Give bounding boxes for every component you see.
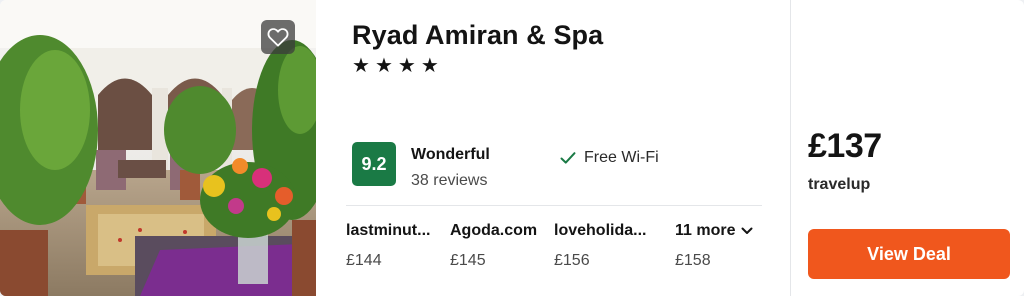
provider-price: £156 [554,252,590,269]
provider-item[interactable]: loveholida... £156 [554,222,650,270]
column-divider [790,0,791,296]
star-icon: ★ [374,55,393,77]
more-label: 11 more [675,222,736,239]
provider-name: lastminut... [346,222,431,239]
more-label-row: 11 more [675,222,765,240]
provider-item[interactable]: lastminut... £144 [346,222,442,270]
provider-price: £144 [346,252,382,269]
view-deal-button[interactable]: View Deal [808,229,1010,279]
favorite-button[interactable] [261,20,295,54]
hotel-result-card: Ryad Amiran & Spa ★ ★ ★ ★ 9.2 Wonderful … [0,0,1024,296]
star-icon: ★ [420,55,439,77]
rating-score-badge: 9.2 [352,142,396,186]
star-icon: ★ [352,55,370,77]
star-icon: ★ [397,55,416,77]
more-price: £158 [675,252,711,269]
provider-name: loveholida... [554,222,647,239]
deal-price: £137 [808,127,882,165]
check-icon [560,152,576,164]
deal-source: travelup [808,176,871,193]
hotel-name[interactable]: Ryad Amiran & Spa [352,20,603,51]
chevron-down-icon [741,227,753,234]
reviews-count[interactable]: 38 reviews [411,172,487,190]
more-providers-button[interactable]: 11 more £158 [675,222,765,270]
hotel-info: Ryad Amiran & Spa ★ ★ ★ ★ 9.2 Wonderful … [316,0,790,296]
provider-name: Agoda.com [450,222,538,239]
divider [346,205,762,206]
amenity-wifi: Free Wi-Fi [560,149,659,167]
provider-price: £145 [450,252,486,269]
heart-icon [267,28,289,47]
provider-prices: lastminut... £144 Agoda.com £145 lovehol… [346,222,766,282]
provider-item[interactable]: Agoda.com £145 [450,222,546,270]
hotel-photo[interactable] [0,0,316,296]
rating-label: Wonderful [411,146,490,163]
amenity-label: Free Wi-Fi [584,149,659,166]
star-rating: ★ ★ ★ ★ [352,56,439,76]
